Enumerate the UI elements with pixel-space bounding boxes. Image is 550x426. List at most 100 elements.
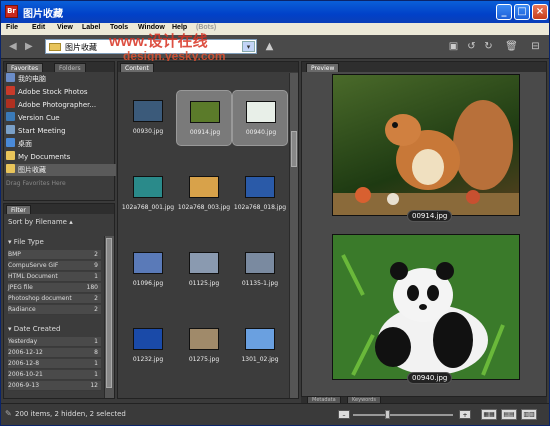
scrollbar-thumb[interactable] <box>291 131 297 167</box>
tab-keywords[interactable]: Keywords <box>347 396 381 403</box>
thumbnail-item[interactable]: 01275.jpg <box>176 318 232 374</box>
thumbnail-label: 1301_02.jpg <box>241 356 279 363</box>
close-button[interactable]: × <box>532 4 548 20</box>
stock-photos-icon <box>6 86 15 95</box>
favorites-tabstrip: Favorites Folders <box>4 62 114 72</box>
favorite-picture-collection[interactable]: 图片收藏 <box>6 164 116 176</box>
filter-row[interactable]: HTML Document 1 <box>8 272 101 282</box>
content-scrollbar[interactable] <box>289 73 298 398</box>
details-view-button[interactable]: ▥▥ <box>521 409 537 420</box>
filter-group-file-type[interactable]: ▾ File Type <box>8 238 44 246</box>
thumbnail-size-slider[interactable] <box>353 414 453 416</box>
filter-row[interactable]: BMP 2 <box>8 250 101 260</box>
thumbnail-view-button[interactable]: ▦▦ <box>481 409 497 420</box>
filter-row[interactable]: JPEG file 180 <box>8 283 101 293</box>
sort-direction-icon[interactable]: ▴ <box>69 218 73 226</box>
filter-tabstrip: Filter <box>4 204 114 214</box>
back-icon[interactable]: ◀ <box>9 41 17 52</box>
filter-group-title: File Type <box>13 238 44 246</box>
sort-dropdown[interactable]: Sort by Filename ▴ <box>8 218 73 226</box>
trash-icon[interactable]: 🗑 <box>505 40 518 53</box>
favorite-version-cue[interactable]: Version Cue <box>6 112 116 124</box>
favorite-label: Adobe Photographer... <box>18 101 97 109</box>
filter-group-date-created[interactable]: ▾ Date Created <box>8 325 60 333</box>
menu-window[interactable]: Window <box>138 24 165 31</box>
menu-help[interactable]: Help <box>172 24 187 31</box>
tab-favorites[interactable]: Favorites <box>6 63 44 72</box>
filter-row-count: 8 <box>94 349 98 356</box>
tab-folders[interactable]: Folders <box>54 63 86 72</box>
favorite-start-meeting[interactable]: Start Meeting <box>6 125 116 137</box>
thumbnail-item[interactable]: 01096.jpg <box>120 242 176 298</box>
tab-content[interactable]: Content <box>120 63 154 72</box>
tab-filter[interactable]: Filter <box>6 205 31 214</box>
title-bar[interactable]: Br 图片收藏 _ □ × <box>1 1 549 23</box>
thumbnail-item[interactable]: 01232.jpg <box>120 318 176 374</box>
filter-row[interactable]: Radiance 2 <box>8 305 101 315</box>
filter-row-name: HTML Document <box>8 273 58 280</box>
thumbnail-item[interactable]: 1301_02.jpg <box>232 318 288 374</box>
favorite-my-computer[interactable]: 我的电脑 <box>6 73 116 85</box>
thumbnail-item[interactable]: 00940.jpg <box>232 90 288 146</box>
filter-row-name: JPEG file <box>8 284 33 291</box>
compact-mode-icon[interactable]: ⊟ <box>529 40 542 53</box>
thumbnail-image <box>133 328 163 350</box>
filter-row[interactable]: CompuServe GIF 9 <box>8 261 101 271</box>
thumbnail-item[interactable]: 01135-1.jpg <box>232 242 288 298</box>
menu-bots[interactable]: (Bots) <box>196 24 216 31</box>
minimize-button[interactable]: _ <box>496 4 512 20</box>
menu-bar: File Edit View Label Tools Window Help (… <box>1 23 549 35</box>
favorite-adobe-photographers[interactable]: Adobe Photographer... <box>6 99 116 111</box>
menu-edit[interactable]: Edit <box>32 24 45 31</box>
thumbnail-label: 01232.jpg <box>132 356 164 363</box>
thumbnail-item[interactable]: 00930.jpg <box>120 90 176 146</box>
tab-metadata[interactable]: Metadata <box>307 396 341 403</box>
new-folder-icon[interactable]: ▣ <box>447 40 460 53</box>
filter-row[interactable]: 2006-10-21 1 <box>8 370 101 380</box>
pin-icon[interactable]: ✎ <box>5 409 12 418</box>
thumbnail-item[interactable]: 102a768_003.jpg <box>176 166 232 222</box>
favorite-desktop[interactable]: 桌面 <box>6 138 116 150</box>
menu-label[interactable]: Label <box>82 24 100 31</box>
filter-row[interactable]: 2006-12-8 1 <box>8 359 101 369</box>
zoom-out-button[interactable]: – <box>338 410 350 419</box>
thumbnail-item[interactable]: 102a768_001.jpg <box>120 166 176 222</box>
favorite-label: 图片收藏 <box>18 166 46 174</box>
filter-row-count: 2 <box>94 251 98 258</box>
favorite-label: My Documents <box>18 153 71 161</box>
slider-knob[interactable] <box>385 410 390 419</box>
thumbnail-item[interactable]: 00914.jpg <box>176 90 232 146</box>
thumbnail-image <box>190 101 220 123</box>
filter-row[interactable]: 2006-12-12 8 <box>8 348 101 358</box>
maximize-button[interactable]: □ <box>514 4 530 20</box>
thumbnail-item[interactable]: 01125.jpg <box>176 242 232 298</box>
filter-scrollbar[interactable] <box>104 236 114 398</box>
filmstrip-view-button[interactable]: ▤▤ <box>501 409 517 420</box>
scrollbar-thumb[interactable] <box>106 238 112 388</box>
preview-image-panda[interactable] <box>332 234 520 380</box>
thumbnail-item[interactable]: 102a768_018.jpg <box>232 166 288 222</box>
favorite-adobe-stock-photos[interactable]: Adobe Stock Photos <box>6 86 116 98</box>
go-up-icon[interactable]: ▲ <box>263 40 276 53</box>
menu-tools[interactable]: Tools <box>110 24 128 31</box>
thumbnail-image <box>189 176 219 198</box>
filter-row[interactable]: Photoshop document 2 <box>8 294 101 304</box>
filter-row-count: 1 <box>94 338 98 345</box>
menu-file[interactable]: File <box>6 24 18 31</box>
favorite-my-documents[interactable]: My Documents <box>6 151 116 163</box>
filter-row-count: 180 <box>86 284 98 291</box>
rotate-left-icon[interactable]: ↺ <box>465 40 478 53</box>
preview-image-squirrel[interactable] <box>332 74 520 216</box>
toolbar: ◀ ▶ 图片收藏 ▾ ▲ ▣ ↺ ↻ 🗑 ⊟ <box>1 35 549 59</box>
zoom-in-button[interactable]: + <box>459 410 471 419</box>
rotate-right-icon[interactable]: ↻ <box>482 40 495 53</box>
tab-preview[interactable]: Preview <box>306 63 340 72</box>
favorite-label: Version Cue <box>18 114 60 122</box>
filter-row[interactable]: 2006-9-13 12 <box>8 381 101 391</box>
menu-view[interactable]: View <box>57 24 73 31</box>
thumbnail-label: 01125.jpg <box>188 280 220 287</box>
sort-label: Sort by Filename <box>8 218 67 226</box>
filter-row[interactable]: Yesterday 1 <box>8 337 101 347</box>
forward-icon[interactable]: ▶ <box>25 41 33 52</box>
chevron-down-icon[interactable]: ▾ <box>242 41 255 52</box>
